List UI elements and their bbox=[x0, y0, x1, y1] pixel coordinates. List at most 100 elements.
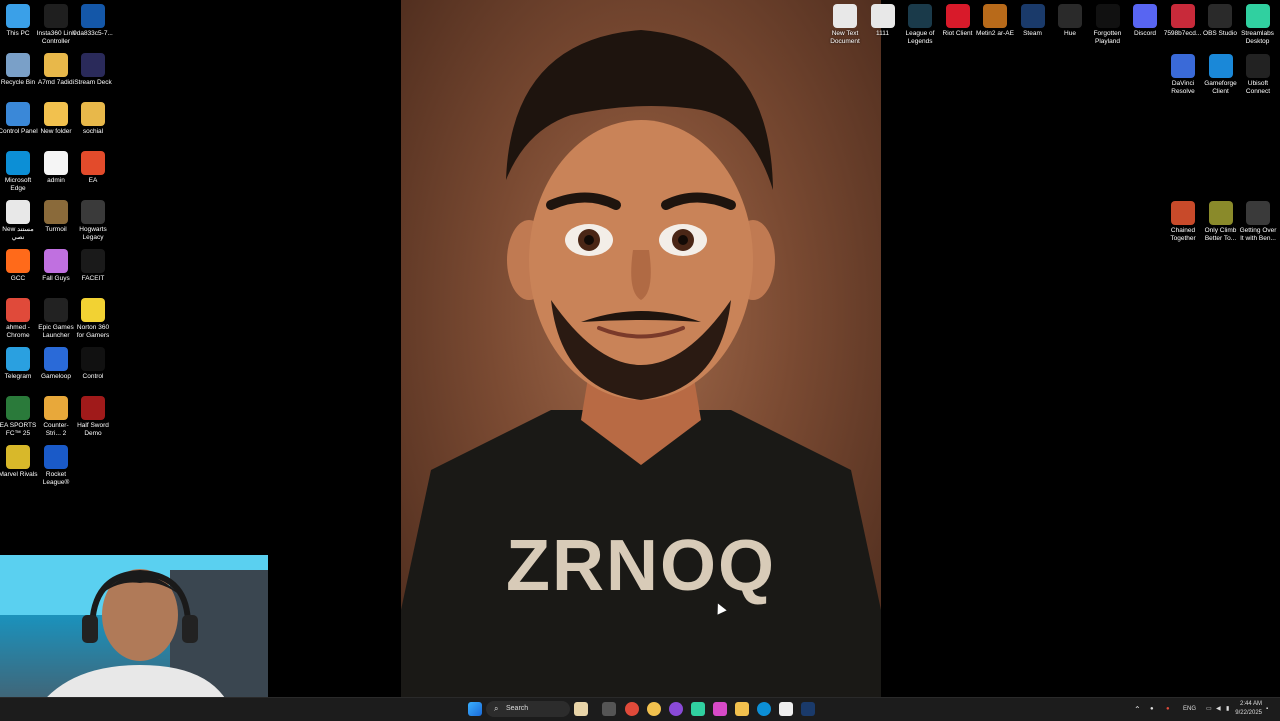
desktop-icon-left-9-icon bbox=[6, 151, 30, 175]
desktop-icon-left-16[interactable]: Fall Guys bbox=[36, 245, 76, 283]
desktop-icon-right-3[interactable]: Riot Client bbox=[938, 0, 978, 38]
desktop-icon-left-17[interactable]: FACEIT bbox=[73, 245, 113, 283]
app-icon-green[interactable] bbox=[691, 702, 705, 716]
desktop-icon-left-6-icon bbox=[6, 102, 30, 126]
desktop-icon-right3-1[interactable]: Only Climb Better To... bbox=[1201, 197, 1241, 243]
desktop-icon-right-4[interactable]: Metin2 ar-AE bbox=[975, 0, 1015, 38]
desktop-icon-left-2[interactable]: 9da833c5-7... bbox=[73, 0, 113, 38]
chrome-profile-icon[interactable] bbox=[647, 702, 661, 716]
desktop-icon-left-9[interactable]: Microsoft Edge bbox=[0, 147, 38, 193]
desktop-icon-right2-0[interactable]: DaVinci Resolve bbox=[1163, 50, 1203, 96]
desktop-icon-right-2[interactable]: League of Legends bbox=[900, 0, 940, 46]
desktop-icon-right-0-icon bbox=[833, 4, 857, 28]
desktop-icon-right3-2-icon bbox=[1246, 201, 1270, 225]
desktop-icon-left-24[interactable]: EA SPORTS FC™ 25 bbox=[0, 392, 38, 438]
desktop-icon-left-26-icon bbox=[81, 396, 105, 420]
task-view-icon[interactable] bbox=[602, 702, 616, 716]
desktop-icon-left-18[interactable]: ahmed - Chrome bbox=[0, 294, 38, 340]
desktop-icon-left-1[interactable]: Insta360 Link Controller bbox=[36, 0, 76, 46]
desktop-icon-left-3-icon bbox=[6, 53, 30, 77]
edge-icon[interactable] bbox=[757, 702, 771, 716]
desktop-icon-left-14-icon bbox=[81, 200, 105, 224]
tray-app-icon[interactable]: ● bbox=[1150, 698, 1154, 721]
desktop-icon-left-14[interactable]: Hogwarts Legacy bbox=[73, 196, 113, 242]
desktop-icon-left-22[interactable]: Gameloop bbox=[36, 343, 76, 381]
desktop-icon-left-2-icon bbox=[81, 4, 105, 28]
desktop-icon-left-23[interactable]: Control bbox=[73, 343, 113, 381]
desktop-icon-label: FACEIT bbox=[81, 275, 105, 282]
desktop-icon-left-27[interactable]: Marvel Rivals bbox=[0, 441, 38, 479]
store-icon[interactable] bbox=[779, 702, 793, 716]
desktop-icon-left-25[interactable]: Counter-Stri... 2 bbox=[36, 392, 76, 438]
desktop-icon-left-28[interactable]: Rocket League® bbox=[36, 441, 76, 487]
language-indicator[interactable]: ENG bbox=[1183, 698, 1196, 721]
desktop-icon-label: 9da833c5-7... bbox=[73, 30, 113, 37]
desktop-icon-left-5[interactable]: Stream Deck bbox=[73, 49, 113, 87]
desktop-icon-right-11-icon bbox=[1245, 4, 1270, 28]
file-explorer-icon[interactable] bbox=[735, 702, 749, 716]
microphone-icon[interactable]: ● bbox=[1166, 698, 1170, 721]
desktop-icon-left-3[interactable]: Recycle Bin bbox=[0, 49, 38, 87]
desktop-icon-right-8[interactable]: Discord bbox=[1125, 0, 1165, 38]
desktop-icon-right-10[interactable]: OBS Studio bbox=[1200, 0, 1240, 38]
desktop-icon-right-11[interactable]: Streamlabs Desktop bbox=[1238, 0, 1278, 46]
chrome-icon[interactable] bbox=[625, 702, 639, 716]
desktop-icon-label: Counter-Stri... 2 bbox=[43, 422, 69, 437]
desktop-icon-label: Insta360 Link Controller bbox=[36, 30, 76, 45]
network-icon[interactable]: ▭ bbox=[1206, 698, 1212, 721]
desktop-icon-label: Streamlabs Desktop bbox=[1241, 30, 1274, 45]
desktop-icon-label: Recycle Bin bbox=[0, 79, 36, 86]
desktop-icon-right-7[interactable]: Forgotten Playland bbox=[1088, 0, 1128, 46]
desktop-icon-right-1-icon bbox=[870, 4, 895, 28]
desktop-icon-label: Epic Games Launcher bbox=[38, 324, 74, 339]
desktop-icon-label: New مستند نصي bbox=[2, 226, 34, 241]
desktop-icon-label: Telegram bbox=[4, 373, 32, 380]
desktop-icon-right-0[interactable]: New Text Document bbox=[825, 0, 865, 46]
app-icon-purple[interactable] bbox=[669, 702, 683, 716]
desktop-icon-label: Only Climb Better To... bbox=[1204, 227, 1237, 242]
widgets-icon[interactable] bbox=[574, 702, 588, 716]
desktop-icon-right2-2[interactable]: Ubisoft Connect bbox=[1238, 50, 1278, 96]
desktop-icon-label: Norton 360 for Gamers bbox=[76, 324, 110, 339]
desktop-icon-label: Getting Over It with Ben... bbox=[1239, 227, 1277, 242]
desktop-icon-left-10[interactable]: admin bbox=[36, 147, 76, 185]
desktop-icon-right-6[interactable]: Hue bbox=[1050, 0, 1090, 38]
desktop-icon-right3-0[interactable]: Chained Together bbox=[1163, 197, 1203, 243]
desktop-icon-right3-2[interactable]: Getting Over It with Ben... bbox=[1238, 197, 1278, 243]
desktop-icon-left-20[interactable]: Norton 360 for Gamers bbox=[73, 294, 113, 340]
desktop-icon-left-12[interactable]: New مستند نصي bbox=[0, 196, 38, 242]
desktop-icon-label: Forgotten Playland bbox=[1093, 30, 1122, 45]
desktop-icon-right2-1[interactable]: Gameforge Client bbox=[1201, 50, 1241, 96]
desktop-icon-left-0[interactable]: This PC bbox=[0, 0, 38, 38]
desktop-icon-label: Riot Client bbox=[942, 30, 973, 37]
desktop-icon-left-15[interactable]: GCC bbox=[0, 245, 38, 283]
desktop-icon-left-8[interactable]: sochial bbox=[73, 98, 113, 136]
desktop-icon-right-9-icon bbox=[1170, 4, 1195, 28]
desktop-icon-label: This PC bbox=[6, 30, 30, 37]
desktop-icon-label: 1111 bbox=[875, 30, 889, 37]
desktop-icon-right-1[interactable]: 1111 bbox=[863, 0, 903, 38]
start-windows-icon[interactable] bbox=[468, 702, 482, 716]
desktop-icon-right-5[interactable]: Steam bbox=[1013, 0, 1053, 38]
notification-icon[interactable]: ▪ bbox=[1266, 698, 1268, 721]
desktop-icon-right-8-icon bbox=[1133, 4, 1157, 28]
steam-icon[interactable] bbox=[801, 702, 815, 716]
volume-icon[interactable]: ◀ bbox=[1216, 698, 1221, 721]
clock[interactable]: 2:44 AM 9/22/2025 bbox=[1228, 700, 1262, 718]
desktop-icon-left-21[interactable]: Telegram bbox=[0, 343, 38, 381]
desktop-icon-left-26[interactable]: Half Sword Demo bbox=[73, 392, 113, 438]
webcam-person bbox=[0, 555, 268, 720]
copilot-icon[interactable] bbox=[713, 702, 727, 716]
desktop-icon-left-13[interactable]: Turmoil bbox=[36, 196, 76, 234]
chevron-up-icon[interactable]: ⌃ bbox=[1134, 698, 1141, 721]
desktop-icon-left-4[interactable]: A7md 7adidi bbox=[36, 49, 76, 87]
desktop-icon-right-9[interactable]: 7598b7ecd... bbox=[1163, 0, 1203, 38]
taskbar: ⌕ Search ⌃ ● ● ENG ▭ ◀ ▮ 2:44 AM 9/22/20… bbox=[0, 697, 1280, 721]
desktop-icon-left-6[interactable]: Control Panel bbox=[0, 98, 38, 136]
webcam-overlay bbox=[0, 555, 268, 720]
desktop-icon-left-11[interactable]: EA bbox=[73, 147, 113, 185]
desktop-icon-left-7[interactable]: New folder bbox=[36, 98, 76, 136]
desktop-icon-left-19[interactable]: Epic Games Launcher bbox=[36, 294, 76, 340]
desktop-icon-label: Control Panel bbox=[0, 128, 38, 135]
taskbar-search[interactable]: ⌕ Search bbox=[486, 701, 570, 717]
